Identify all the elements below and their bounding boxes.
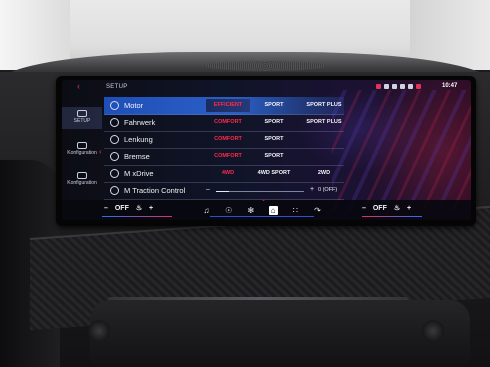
nav-underline	[210, 216, 314, 217]
steering-icon	[110, 135, 119, 144]
caret-up-icon[interactable]: ⌄	[261, 196, 266, 203]
m1-icon	[77, 142, 87, 149]
option-comfort[interactable]: COMFORT	[204, 153, 252, 159]
music-status-icon	[400, 84, 405, 89]
seat-heat-icon[interactable]: ♨	[394, 205, 400, 212]
row-label: Lenkung	[124, 135, 153, 144]
rail-label: SETUP	[73, 118, 91, 124]
option-comfort[interactable]: COMFORT	[204, 119, 252, 125]
fan-icon[interactable]: ✻	[246, 206, 255, 215]
option-sport[interactable]: SPORT	[250, 153, 298, 159]
music-icon[interactable]: ♫	[202, 206, 211, 215]
right-vent-knob[interactable]	[422, 320, 444, 342]
left-rail: SETUP Konfiguration Konfiguration ‹	[62, 92, 102, 196]
seat-heat-icon[interactable]: ♨	[136, 205, 142, 212]
setup-icon	[77, 110, 87, 117]
m2-icon	[77, 172, 87, 179]
rail-item-konfiguration-1[interactable]: Konfiguration	[62, 142, 102, 156]
volume-icon	[408, 84, 413, 89]
right-climate-control: – OFF ♨ +	[362, 204, 416, 212]
option-4wd[interactable]: 4WD	[204, 170, 252, 176]
option-comfort[interactable]: COMFORT	[204, 136, 252, 142]
row-label: M Traction Control	[124, 186, 186, 195]
suspension-icon	[110, 118, 119, 127]
connectivity-icon	[392, 84, 397, 89]
apps-icon[interactable]: ∷	[291, 206, 300, 215]
slider-plus-button[interactable]: +	[310, 186, 314, 193]
traction-slider[interactable]	[216, 191, 304, 192]
right-temp-plus-button[interactable]: +	[407, 205, 411, 212]
option-4wd-sport[interactable]: 4WD SPORT	[250, 170, 298, 176]
left-climate-control: – OFF ♨ +	[104, 204, 158, 212]
option-sport[interactable]: SPORT	[250, 102, 298, 108]
rail-label: Konfiguration	[67, 180, 97, 186]
option-sport[interactable]: SPORT	[250, 119, 298, 125]
slider-minus-button[interactable]: –	[206, 186, 210, 193]
phone-icon[interactable]: ☉	[224, 206, 233, 215]
status-bar: ‹ SETUP 10:47	[62, 80, 471, 92]
row-label: Motor	[124, 101, 144, 110]
chevron-left-icon[interactable]: ‹	[99, 147, 102, 156]
clock: 10:47	[442, 83, 458, 89]
back-arrow-icon[interactable]: ‹	[77, 82, 80, 91]
home-icon[interactable]: ⌂	[268, 205, 278, 215]
speaker-grille	[205, 61, 325, 71]
slider-value: 0 (OFF)	[318, 187, 338, 193]
rail-item-setup[interactable]: SETUP	[62, 110, 102, 124]
breadcrumb: SETUP	[106, 84, 128, 90]
status-icons	[376, 83, 421, 90]
left-vent-knob[interactable]	[88, 320, 110, 342]
right-climate-gradient	[362, 216, 422, 217]
row-m-xdrive[interactable]: M xDrive 4WD 4WD SPORT 2WD	[104, 165, 344, 183]
left-climate-value: OFF	[114, 205, 129, 212]
row-label: M xDrive	[124, 169, 154, 178]
row-motor[interactable]: Motor EFFICIENT SPORT SPORT PLUS	[104, 97, 344, 115]
option-efficient[interactable]: EFFICIENT	[204, 102, 252, 108]
bottom-bar: – OFF ♨ + ♫ ☉ ✻ ⌂ ∷ ↷ ⌄ – OFF ♨ +	[62, 197, 471, 220]
left-climate-gradient	[102, 216, 172, 217]
right-climate-value: OFF	[372, 205, 387, 212]
option-sport[interactable]: SPORT	[250, 136, 298, 142]
row-lenkung[interactable]: Lenkung COMFORT SPORT	[104, 131, 344, 149]
left-temp-plus-button[interactable]: +	[149, 205, 153, 212]
engine-icon	[110, 101, 119, 110]
brake-icon	[110, 152, 119, 161]
option-2wd[interactable]: 2WD	[300, 170, 348, 176]
row-fahrwerk[interactable]: Fahrwerk COMFORT SPORT SPORT PLUS	[104, 114, 344, 132]
row-label: Bremse	[124, 152, 150, 161]
center-console	[90, 300, 470, 367]
right-temp-minus-button[interactable]: –	[362, 205, 366, 212]
row-bremse[interactable]: Bremse COMFORT SPORT	[104, 148, 344, 166]
row-m-traction-control[interactable]: M Traction Control – + 0 (OFF)	[104, 182, 344, 200]
m-stripes-graphic	[332, 90, 471, 210]
infotainment-screen: ‹ SETUP 10:47 SETUP Konfiguration Konfig…	[62, 80, 471, 220]
notification-icon	[416, 84, 421, 89]
slider-fill	[216, 191, 230, 192]
row-label: Fahrwerk	[124, 118, 156, 127]
option-sport-plus[interactable]: SPORT PLUS	[300, 119, 348, 125]
alert-icon	[376, 84, 381, 89]
xdrive-icon	[110, 169, 119, 178]
call-icon[interactable]: ↷	[313, 206, 322, 215]
rail-label: Konfiguration	[67, 150, 97, 156]
rail-item-konfiguration-2[interactable]: Konfiguration	[62, 172, 102, 186]
nav-icons: ♫ ☉ ✻ ⌂ ∷ ↷	[202, 203, 322, 217]
left-temp-minus-button[interactable]: –	[104, 205, 108, 212]
traction-icon	[110, 186, 119, 195]
option-sport-plus[interactable]: SPORT PLUS	[300, 102, 348, 108]
phone-status-icon	[384, 84, 389, 89]
